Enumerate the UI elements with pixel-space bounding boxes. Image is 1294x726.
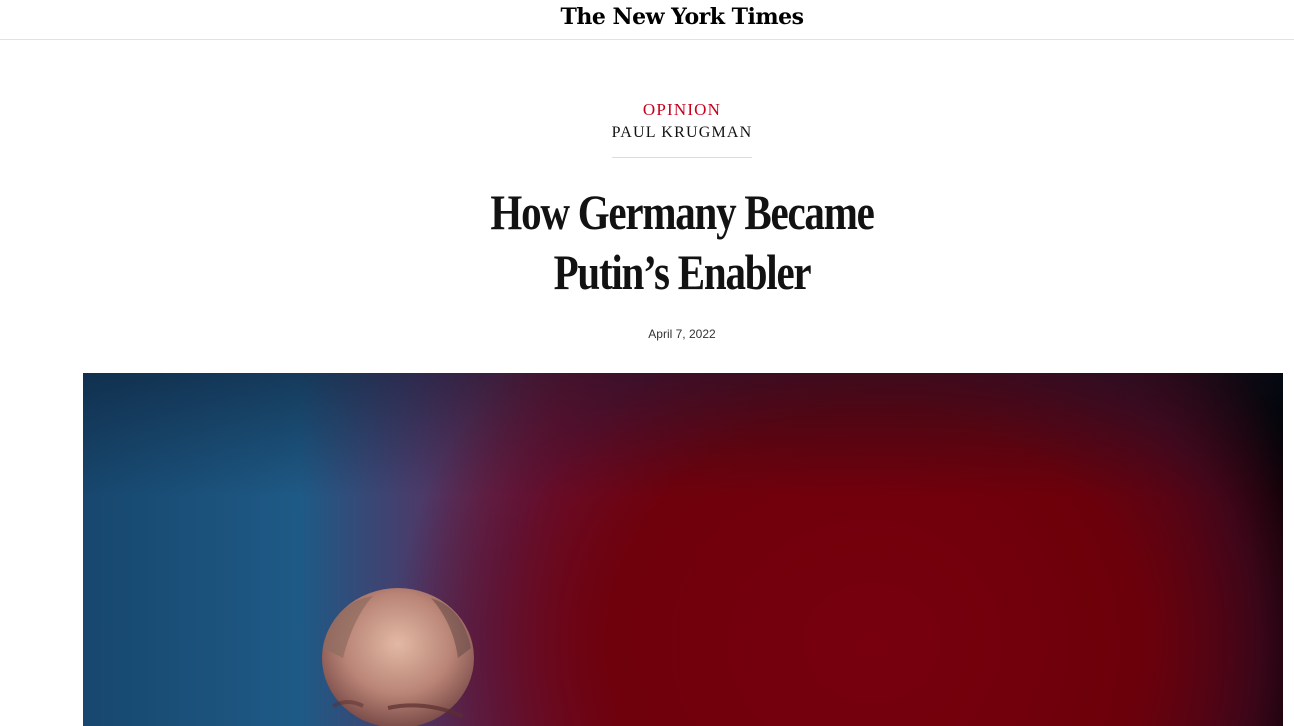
person-photo-icon (322, 588, 474, 726)
hero-image-shade (83, 373, 1283, 726)
hero-image[interactable] (83, 373, 1283, 726)
byline-divider (612, 157, 752, 158)
nyt-logo[interactable]: The New York Times (0, 4, 1294, 30)
author-byline[interactable]: PAUL KRUGMAN (0, 124, 1294, 142)
section-kicker[interactable]: OPINION (0, 100, 1294, 120)
publish-date: April 7, 2022 (648, 327, 716, 341)
article-headline: How Germany Became Putin’s Enabler (490, 184, 874, 300)
masthead-bar: The New York Times (0, 0, 1294, 40)
